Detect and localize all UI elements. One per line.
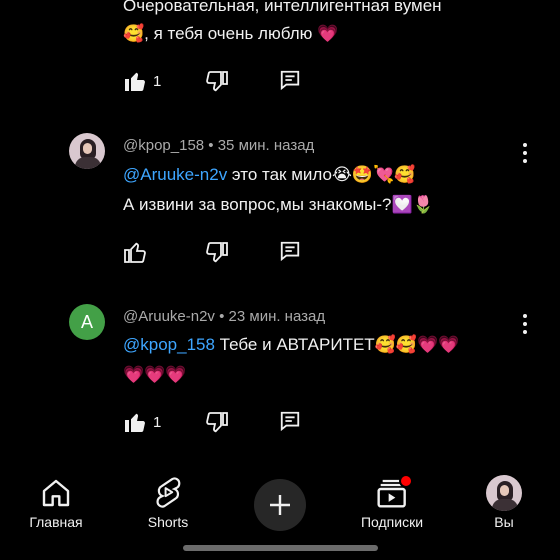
- comment-text-line2: 🥰, я тебя очень люблю 💗: [123, 20, 338, 48]
- mention-link[interactable]: @Aruuke-n2v: [123, 165, 227, 184]
- comment-actions: 1: [123, 408, 313, 436]
- create-button[interactable]: [254, 479, 306, 531]
- comment-text-line1: @Aruuke-n2v это так мило😭🤩💘🥰: [123, 161, 415, 189]
- emoji: 💗💗💗: [123, 365, 187, 385]
- thumb-down-icon[interactable]: [205, 70, 229, 94]
- notification-dot: [399, 474, 413, 488]
- thumb-up-icon[interactable]: [123, 240, 147, 264]
- nav-item-subscriptions[interactable]: Подписки: [342, 462, 442, 542]
- reply-icon[interactable]: [279, 410, 301, 432]
- nav-label: Главная: [29, 514, 83, 530]
- nav-label: Подписки: [360, 514, 424, 530]
- emoji: 😭🤩💘🥰: [331, 165, 416, 185]
- emoji: 💗: [317, 24, 339, 44]
- like-count: 1: [153, 414, 162, 431]
- comment-text: , я тебя очень люблю: [144, 24, 318, 43]
- avatar[interactable]: [69, 133, 105, 169]
- profile-avatar: [486, 475, 522, 511]
- more-options-icon[interactable]: [522, 143, 528, 167]
- nav-item-shorts[interactable]: Shorts: [118, 462, 218, 542]
- comment-text-line1: Очеровательная, интеллигентная вумен: [123, 0, 442, 15]
- comment-author[interactable]: @Aruuke-n2v: [123, 308, 215, 325]
- comment-author[interactable]: @kpop_158: [123, 137, 204, 154]
- thumb-up-filled-icon[interactable]: [123, 410, 147, 434]
- nav-label: Вы: [494, 514, 514, 530]
- comment-time: • 35 мин. назад: [204, 137, 315, 154]
- thumb-down-icon[interactable]: [205, 411, 229, 435]
- nav-item-home[interactable]: Главная: [6, 462, 106, 542]
- shorts-icon: [156, 477, 181, 508]
- comment-text: Тебе и АВТАРИТЕТ: [214, 335, 375, 354]
- comment-header: @kpop_158 • 35 мин. назад: [123, 137, 314, 154]
- nav-item-you[interactable]: Вы: [454, 462, 554, 542]
- comment-actions: 1: [123, 67, 313, 95]
- home-icon: [42, 479, 70, 507]
- comment-header: @Aruuke-n2v • 23 мин. назад: [123, 308, 325, 325]
- comment-actions: [123, 238, 313, 266]
- comment-text-line1: @kpop_158 Тебе и АВТАРИТЕТ🥰🥰💗💗: [123, 331, 459, 359]
- plus-icon: [270, 495, 290, 515]
- gesture-bar[interactable]: [183, 545, 378, 551]
- more-options-icon[interactable]: [522, 314, 528, 338]
- emoji: 💟🌷: [391, 195, 434, 215]
- emoji: 🥰: [123, 24, 145, 44]
- comment-text-line2: А извини за вопрос,мы знакомы-?💟🌷: [123, 191, 434, 219]
- comment-text: это так мило: [227, 165, 332, 184]
- reply-icon[interactable]: [279, 240, 301, 262]
- emoji: 🥰🥰💗💗: [374, 335, 460, 355]
- thumb-down-icon[interactable]: [205, 241, 229, 265]
- nav-label: Shorts: [147, 514, 189, 530]
- avatar-letter: A: [80, 312, 93, 332]
- reply-icon[interactable]: [279, 69, 301, 91]
- thumb-up-filled-icon[interactable]: [123, 69, 147, 93]
- comment-text: А извини за вопрос,мы знакомы-?: [123, 195, 392, 214]
- mention-link[interactable]: @kpop_158: [123, 335, 215, 354]
- comment-text-line2: 💗💗💗: [123, 361, 187, 389]
- avatar[interactable]: A: [69, 304, 105, 340]
- like-count: 1: [153, 73, 162, 90]
- comment-time: • 23 мин. назад: [214, 308, 326, 325]
